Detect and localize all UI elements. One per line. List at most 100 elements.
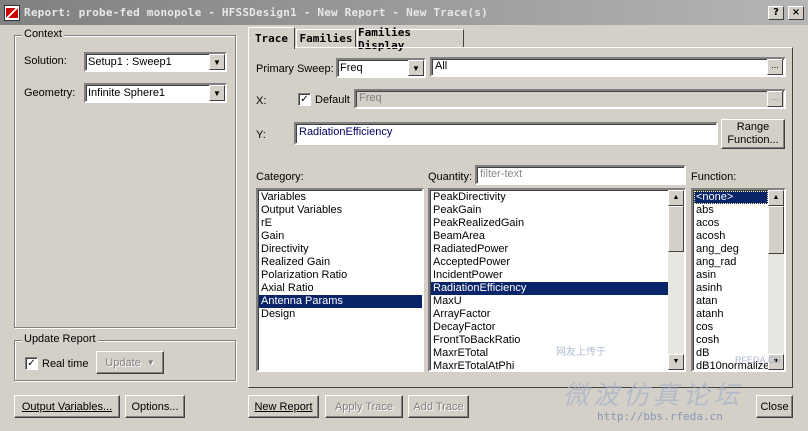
- quantity-scrollbar[interactable]: ▲ ▼: [668, 190, 684, 370]
- list-item[interactable]: ArrayFactor: [431, 308, 668, 321]
- function-list[interactable]: <none> abs acos acosh ang_deg ang_rad as…: [691, 188, 786, 372]
- solution-label: Solution:: [24, 55, 67, 67]
- range-function-line1: Range: [736, 121, 770, 133]
- watermark-text: 微波仿真论坛: [563, 381, 744, 411]
- range-function-button[interactable]: Range Function...: [721, 119, 785, 149]
- quantity-label: Quantity:: [428, 171, 473, 183]
- list-item[interactable]: IncidentPower: [431, 269, 668, 282]
- list-item[interactable]: BeamArea: [431, 230, 668, 243]
- geometry-select[interactable]: Infinite Sphere1 ▼: [84, 83, 227, 103]
- list-item[interactable]: atanh: [694, 308, 768, 321]
- primary-sweep-label: Primary Sweep:: [256, 63, 334, 75]
- scroll-thumb[interactable]: [668, 206, 684, 252]
- window-title: Report: probe-fed monopole - HFSSDesign1…: [24, 6, 488, 19]
- output-variables-button[interactable]: Output Variables...: [14, 395, 120, 418]
- sweep-range-browse-button[interactable]: ...: [767, 59, 783, 75]
- list-item[interactable]: PeakDirectivity: [431, 191, 668, 204]
- x-label: X:: [256, 95, 267, 107]
- new-report-button[interactable]: New Report: [248, 395, 319, 418]
- chevron-down-icon[interactable]: ▼: [209, 85, 225, 101]
- list-item[interactable]: PeakRealizedGain: [431, 217, 668, 230]
- dropdown-arrow-icon: ▼: [146, 358, 155, 367]
- list-item[interactable]: ang_deg: [694, 243, 768, 256]
- quantity-filter-placeholder: filter-text: [480, 168, 523, 180]
- list-item[interactable]: asinh: [694, 282, 768, 295]
- list-item[interactable]: cos: [694, 321, 768, 334]
- list-item[interactable]: Axial Ratio: [259, 282, 422, 295]
- x-value-field[interactable]: Freq: [354, 89, 786, 109]
- list-item[interactable]: Variables: [259, 191, 422, 204]
- scroll-down-arrow-icon[interactable]: ▼: [668, 354, 684, 370]
- list-item[interactable]: PeakGain: [431, 204, 668, 217]
- watermark-rfeda: RFEDA.CN: [735, 355, 782, 365]
- list-item[interactable]: acos: [694, 217, 768, 230]
- list-item[interactable]: atan: [694, 295, 768, 308]
- list-item[interactable]: Output Variables: [259, 204, 422, 217]
- x-default-label: Default: [315, 94, 350, 106]
- close-window-button[interactable]: ×: [788, 5, 804, 20]
- x-default-checkbox[interactable]: ✓: [298, 93, 311, 106]
- scroll-up-arrow-icon[interactable]: ▲: [668, 190, 684, 206]
- close-button[interactable]: Close: [756, 395, 793, 418]
- realtime-label: Real time: [42, 358, 89, 370]
- list-item[interactable]: Realized Gain: [259, 256, 422, 269]
- list-item[interactable]: asin: [694, 269, 768, 282]
- category-list[interactable]: Variables Output Variables rE Gain Direc…: [256, 188, 424, 372]
- geometry-label: Geometry:: [24, 87, 76, 99]
- quantity-filter-input[interactable]: filter-text: [475, 165, 686, 185]
- help-button[interactable]: ?: [768, 5, 784, 20]
- tab-families-display[interactable]: Families Display: [357, 26, 464, 52]
- update-report-label: Update Report: [22, 333, 98, 345]
- options-button[interactable]: Options...: [125, 395, 185, 418]
- primary-sweep-select[interactable]: Freq ▼: [336, 58, 426, 78]
- list-item[interactable]: Directivity: [259, 243, 422, 256]
- function-scrollbar[interactable]: ▲ ▼: [768, 190, 784, 370]
- watermark-url: http://bbs.rfeda.cn: [597, 410, 723, 423]
- function-label: Function:: [691, 171, 737, 183]
- realtime-checkbox[interactable]: ✓: [25, 357, 38, 370]
- add-trace-button[interactable]: Add Trace: [408, 395, 469, 418]
- function-items: <none> abs acos acosh ang_deg ang_rad as…: [693, 190, 769, 370]
- app-icon: [4, 4, 20, 21]
- list-item[interactable]: rE: [259, 217, 422, 230]
- list-item[interactable]: RadiatedPower: [431, 243, 668, 256]
- title-bar[interactable]: Report: probe-fed monopole - HFSSDesign1…: [0, 0, 808, 25]
- list-item[interactable]: Gain: [259, 230, 422, 243]
- watermark-small: 网友上传于: [556, 347, 606, 358]
- list-item[interactable]: FrontToBackRatio: [431, 334, 668, 347]
- list-item[interactable]: acosh: [694, 230, 768, 243]
- list-item[interactable]: AcceptedPower: [431, 256, 668, 269]
- list-item[interactable]: MaxU: [431, 295, 668, 308]
- category-items: Variables Output Variables rE Gain Direc…: [258, 190, 422, 321]
- list-item-selected[interactable]: <none>: [694, 191, 768, 204]
- category-label: Category:: [256, 171, 304, 183]
- list-item[interactable]: cosh: [694, 334, 768, 347]
- scroll-up-arrow-icon[interactable]: ▲: [768, 190, 784, 206]
- chevron-down-icon[interactable]: ▼: [209, 54, 225, 70]
- list-item[interactable]: MaxrETotal: [431, 347, 668, 360]
- apply-trace-label: Apply Trace: [334, 400, 394, 413]
- x-browse-button[interactable]: ...: [767, 91, 783, 107]
- primary-sweep-value: Freq: [340, 62, 363, 74]
- list-item[interactable]: Polarization Ratio: [259, 269, 422, 282]
- list-item[interactable]: Design: [259, 308, 422, 321]
- scroll-thumb[interactable]: [768, 206, 784, 254]
- solution-value: Setup1 : Sweep1: [88, 56, 172, 68]
- chevron-down-icon[interactable]: ▼: [408, 60, 424, 76]
- list-item[interactable]: ang_rad: [694, 256, 768, 269]
- list-item-selected[interactable]: RadiationEfficiency: [431, 282, 668, 295]
- list-item[interactable]: abs: [694, 204, 768, 217]
- list-item[interactable]: MaxrETotalAtPhi: [431, 360, 668, 370]
- tab-trace[interactable]: Trace: [248, 27, 295, 49]
- quantity-items: PeakDirectivity PeakGain PeakRealizedGai…: [430, 190, 668, 370]
- y-expression-field[interactable]: RadiationEfficiency: [294, 122, 718, 145]
- apply-trace-button[interactable]: Apply Trace: [325, 395, 403, 418]
- list-item[interactable]: DecayFactor: [431, 321, 668, 334]
- primary-sweep-range[interactable]: All: [430, 57, 786, 77]
- context-group: Context: [14, 28, 236, 328]
- solution-select[interactable]: Setup1 : Sweep1 ▼: [84, 52, 227, 72]
- y-label: Y:: [256, 129, 266, 141]
- tab-families[interactable]: Families: [296, 29, 356, 48]
- update-button[interactable]: Update ▼: [96, 351, 164, 374]
- list-item-selected[interactable]: Antenna Params: [259, 295, 422, 308]
